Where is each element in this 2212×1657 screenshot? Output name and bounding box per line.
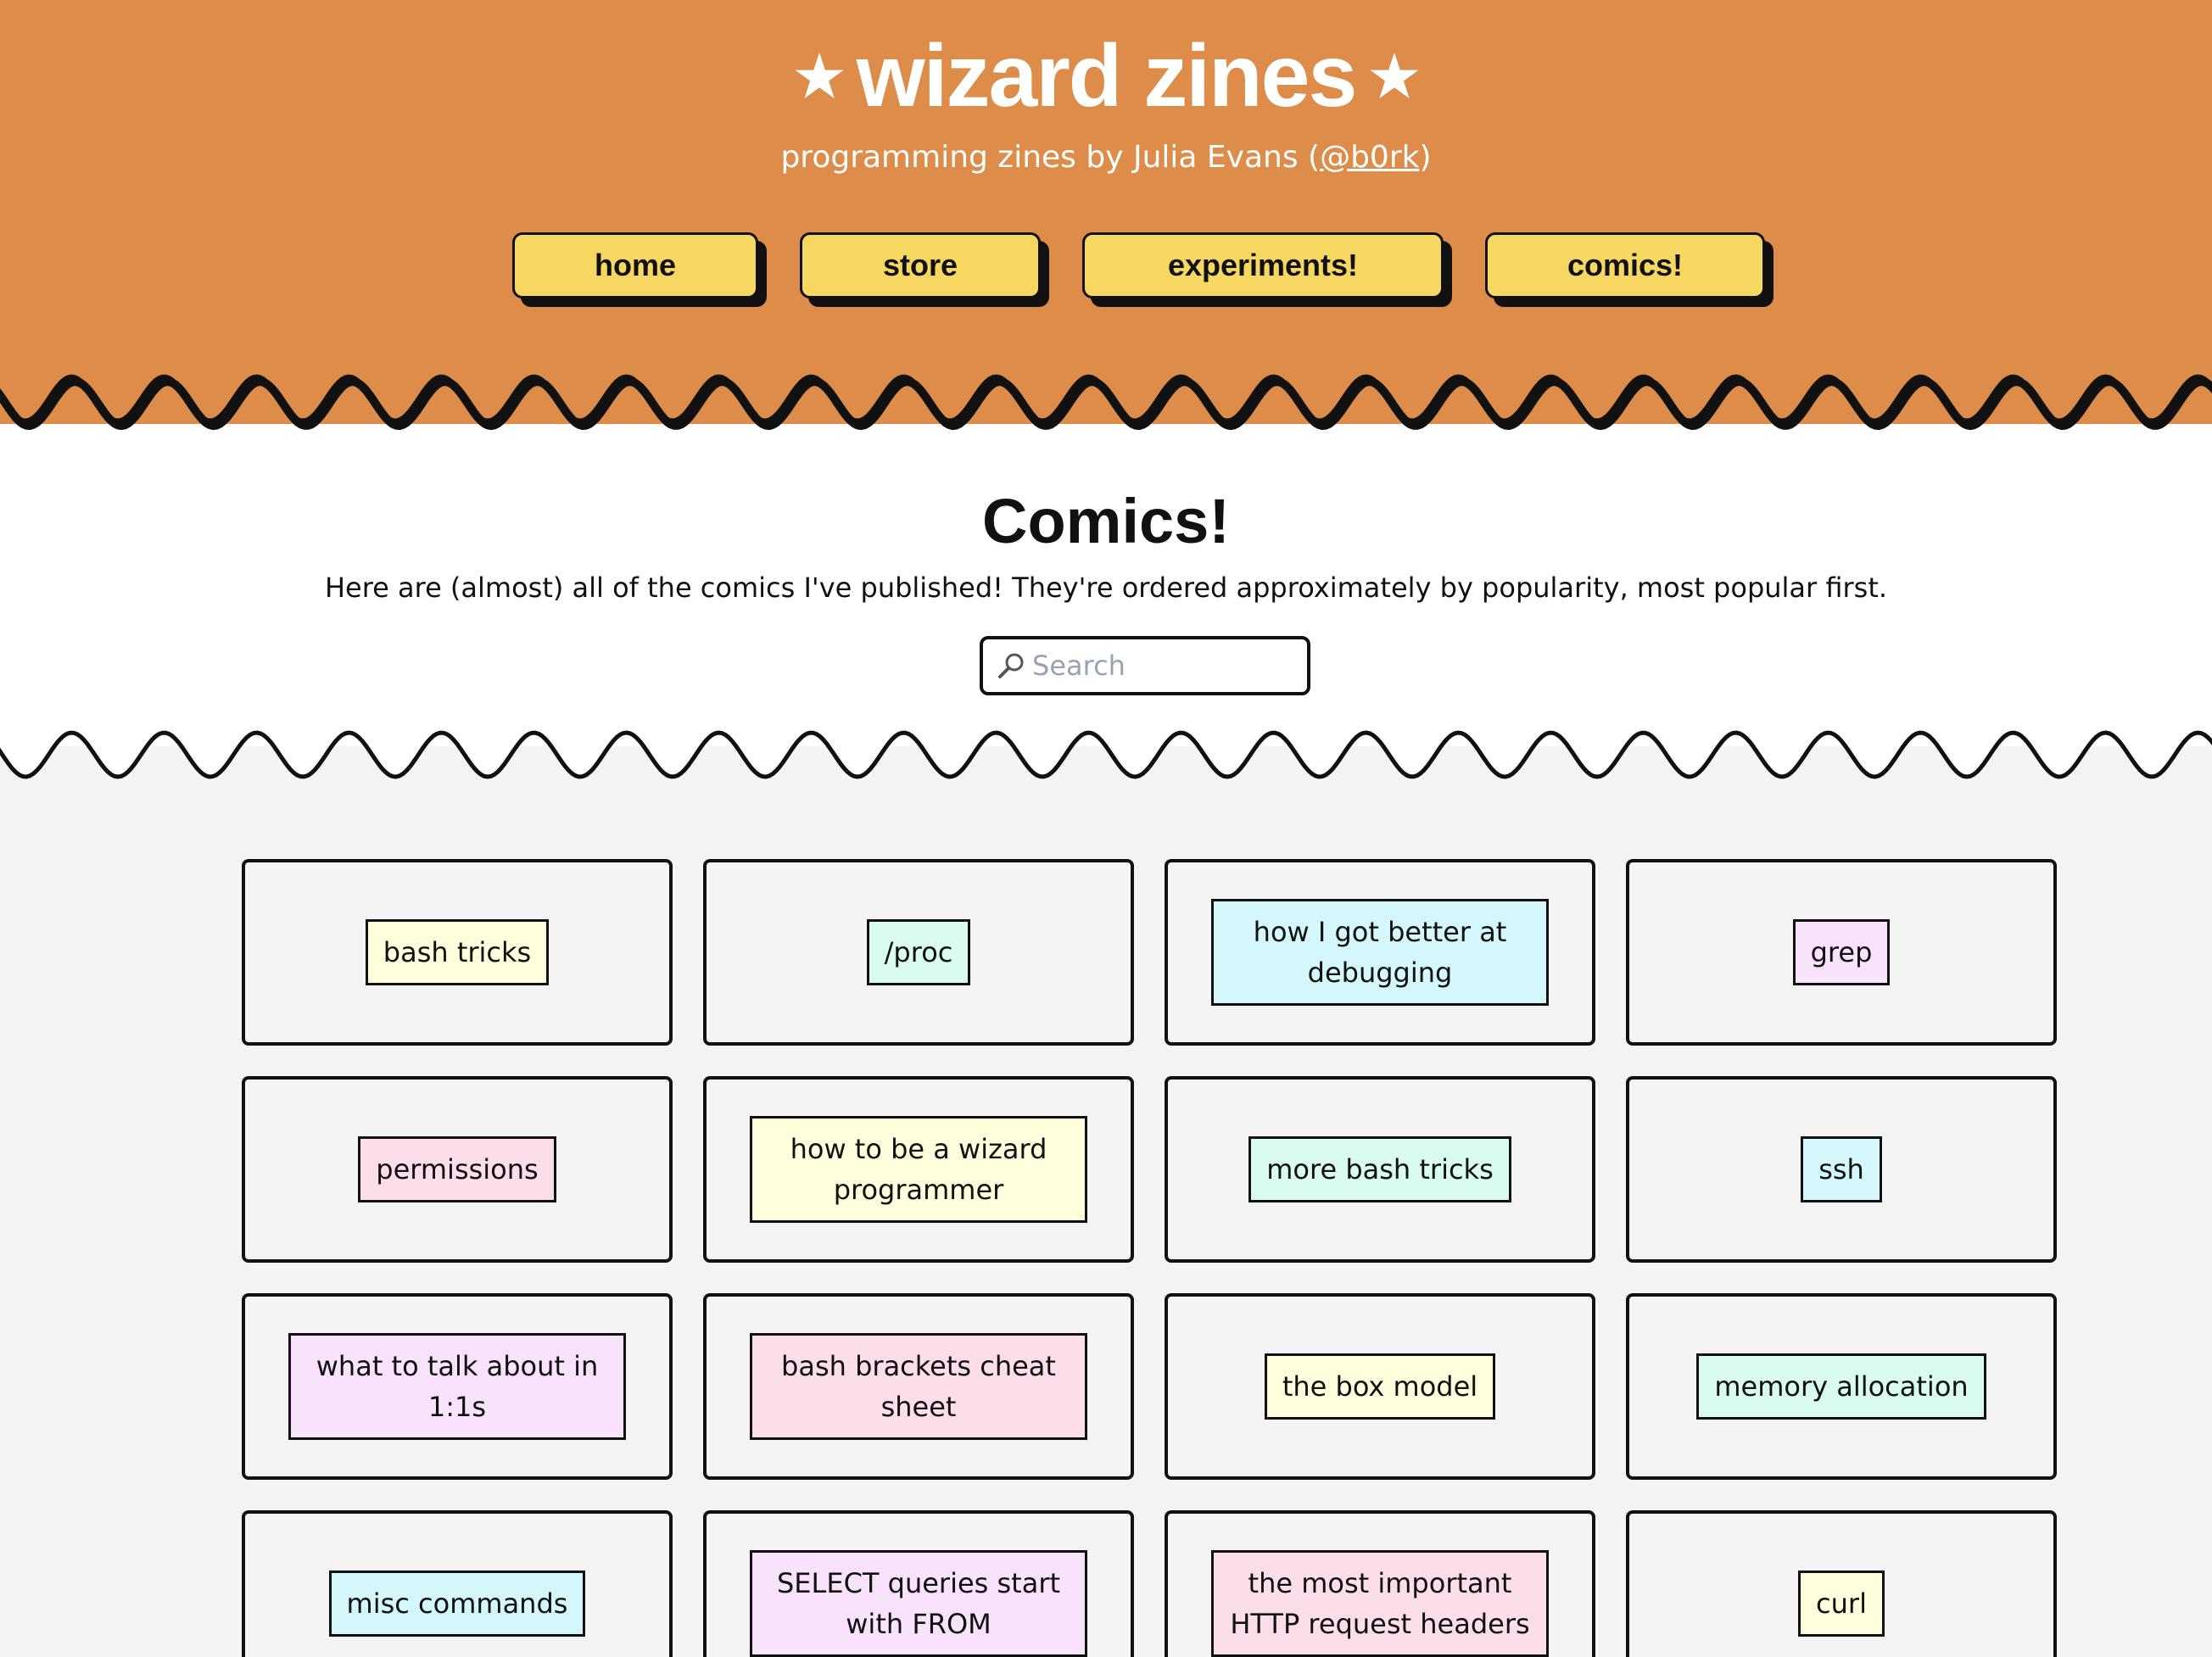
site-title-text[interactable]: wizard zines: [857, 27, 1358, 126]
comic-card[interactable]: the box model: [1165, 1293, 1595, 1480]
search-input[interactable]: [1032, 650, 1287, 682]
star-icon: ★: [794, 45, 845, 108]
comic-card[interactable]: the most important HTTP request headers: [1165, 1510, 1595, 1657]
comic-title[interactable]: how I got better at debugging: [1211, 899, 1549, 1006]
comic-card[interactable]: curl: [1626, 1510, 2057, 1657]
comic-card[interactable]: grep: [1626, 859, 2057, 1046]
wavy-divider-bottom: [0, 729, 2212, 779]
comic-title[interactable]: how to be a wizard programmer: [750, 1116, 1087, 1223]
nav-comics-button[interactable]: comics!: [1485, 232, 1765, 298]
search-icon: [998, 653, 1024, 678]
comic-card[interactable]: memory allocation: [1626, 1293, 2057, 1480]
comic-title[interactable]: memory allocation: [1696, 1353, 1986, 1420]
site-title[interactable]: ★ wizard zines ★: [0, 25, 2212, 127]
comic-card[interactable]: misc commands: [242, 1510, 673, 1657]
nav-store-button[interactable]: store: [800, 232, 1041, 298]
comic-title[interactable]: the box model: [1264, 1353, 1496, 1420]
comic-title[interactable]: the most important HTTP request headers: [1211, 1550, 1549, 1657]
comic-title[interactable]: permissions: [358, 1136, 556, 1202]
comic-card[interactable]: bash tricks: [242, 859, 673, 1046]
comic-title[interactable]: /proc: [866, 919, 971, 985]
comic-title[interactable]: bash brackets cheat sheet: [750, 1333, 1087, 1440]
wavy-divider-top: [0, 373, 2212, 431]
search-box[interactable]: [980, 636, 1310, 695]
site-subtitle: programming zines by Julia Evans (@b0rk): [780, 140, 1432, 175]
nav-home-button[interactable]: home: [512, 232, 758, 298]
comic-card[interactable]: permissions: [242, 1076, 673, 1263]
site-header: ★ wizard zines ★ programming zines by Juli…: [0, 0, 2212, 424]
star-icon: ★: [1369, 45, 1419, 108]
comic-card[interactable]: ssh: [1626, 1076, 2057, 1263]
comic-title[interactable]: what to talk about in 1:1s: [288, 1333, 626, 1440]
comic-card[interactable]: more bash tricks: [1165, 1076, 1595, 1263]
comic-title[interactable]: misc commands: [328, 1571, 586, 1637]
comic-title[interactable]: grep: [1792, 919, 1891, 985]
comic-title[interactable]: SELECT queries start with FROM: [750, 1550, 1087, 1657]
comic-title[interactable]: bash tricks: [365, 919, 550, 985]
comic-title[interactable]: curl: [1798, 1571, 1885, 1637]
comic-card[interactable]: /proc: [703, 859, 1134, 1046]
comic-card[interactable]: how to be a wizard programmer: [703, 1076, 1134, 1263]
nav-experiments-button[interactable]: experiments!: [1082, 232, 1444, 298]
page-title: Comics!: [982, 486, 1230, 556]
comic-title[interactable]: ssh: [1801, 1136, 1882, 1202]
comic-title[interactable]: more bash tricks: [1248, 1136, 1511, 1202]
page-intro: Here are (almost) all of the comics I've…: [324, 572, 1888, 604]
twitter-handle-link[interactable]: @b0rk: [1320, 140, 1419, 175]
comic-card[interactable]: bash brackets cheat sheet: [703, 1293, 1134, 1480]
comics-grid: bash tricks/proc how I got better at debu…: [242, 859, 2058, 1657]
comic-card[interactable]: what to talk about in 1:1s: [242, 1293, 673, 1480]
comic-card[interactable]: SELECT queries start with FROM: [703, 1510, 1134, 1657]
comic-card[interactable]: how I got better at debugging: [1165, 859, 1595, 1046]
